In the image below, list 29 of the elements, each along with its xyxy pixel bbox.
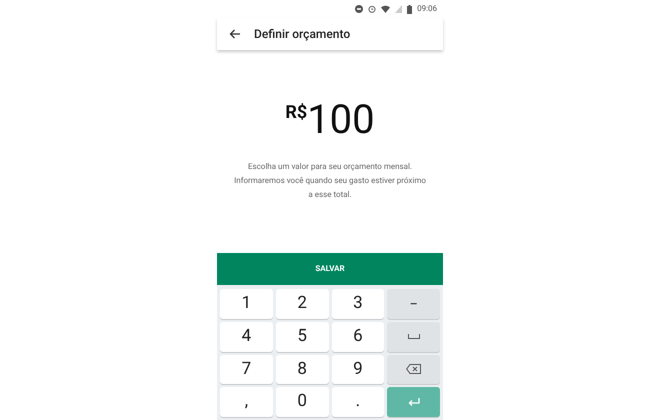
keyboard-key[interactable]: 0 [276, 387, 328, 417]
keyboard-key[interactable]: − [387, 289, 440, 319]
status-time: 09:06 [417, 3, 437, 15]
save-button[interactable]: SALVAR [217, 253, 443, 285]
backspace-icon [406, 364, 422, 374]
status-circle-icon [355, 5, 364, 13]
screen-title: Definir orçamento [254, 26, 350, 43]
currency-symbol: R$ [285, 104, 308, 122]
keyboard-key[interactable]: , [220, 387, 273, 417]
keyboard-key[interactable]: 4 [220, 322, 273, 352]
description-text: Escolha um valor para seu orçamento mensal. Informaremos você quando seu gasto estiver próximo a esse total. [233, 161, 427, 201]
keyboard-key[interactable]: 3 [332, 289, 384, 319]
enter-icon [408, 398, 420, 406]
keyboard-key[interactable]: 6 [332, 322, 384, 352]
keyboard-key[interactable]: 2 [276, 289, 328, 319]
alarm-icon [368, 5, 376, 13]
keyboard-key[interactable]: . [332, 387, 384, 417]
keyboard-key[interactable]: 5 [276, 322, 328, 352]
back-arrow-icon[interactable] [229, 29, 240, 39]
keyboard-key[interactable]: 1 [220, 289, 273, 319]
backspace-key[interactable] [387, 354, 440, 384]
battery-icon [407, 4, 412, 14]
amount-value: 100 [307, 100, 375, 140]
keyboard-key[interactable]: 9 [332, 354, 384, 384]
space-icon [408, 334, 420, 340]
signal-icon [395, 5, 402, 13]
keyboard-key[interactable]: 7 [220, 354, 273, 384]
wifi-icon [381, 5, 390, 13]
keyboard-key[interactable]: 8 [276, 354, 328, 384]
